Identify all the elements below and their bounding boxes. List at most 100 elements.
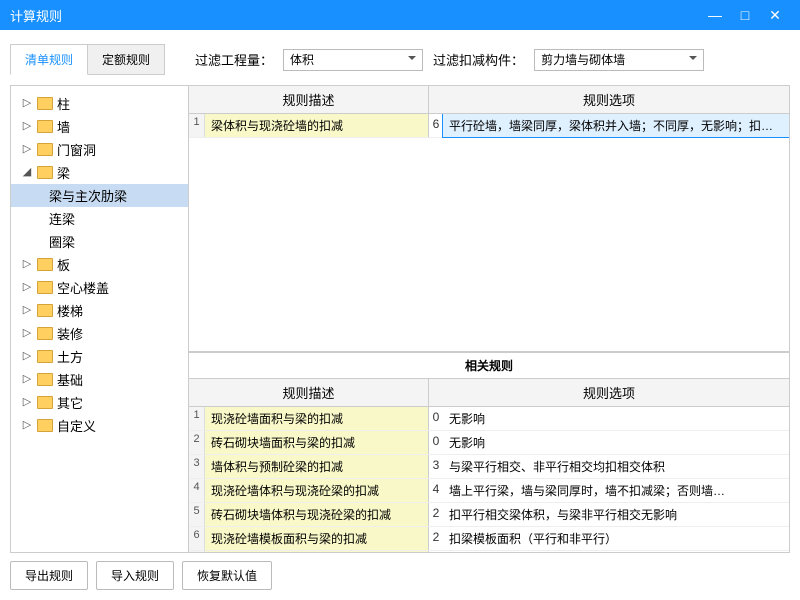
filter-deduct-value: 剪力墙与砌体墙 bbox=[541, 51, 625, 68]
row-num: 7 bbox=[189, 551, 205, 552]
tree-node-2[interactable]: ▷门窗洞 bbox=[11, 138, 188, 161]
category-tree: ▷柱▷墙▷门窗洞◢梁梁与主次肋梁连梁圈梁▷板▷空心楼盖▷楼梯▷装修▷土方▷基础▷… bbox=[11, 86, 189, 552]
table-row[interactable]: 1现浇砼墙面积与梁的扣减0无影响 bbox=[189, 407, 789, 431]
tree-label: 其它 bbox=[57, 393, 83, 412]
row-num: 5 bbox=[189, 503, 205, 526]
tree-node-0[interactable]: ▷柱 bbox=[11, 92, 188, 115]
rule-option: 无影响 bbox=[443, 407, 789, 430]
folder-icon bbox=[37, 396, 53, 409]
twist-icon[interactable]: ▷ bbox=[21, 351, 33, 362]
table-row[interactable]: 3墙体积与预制砼梁的扣减3与梁平行相交、非平行相交均扣相交体积 bbox=[189, 455, 789, 479]
tree-node-1[interactable]: ▷墙 bbox=[11, 115, 188, 138]
upper-grid-header: 规则描述 规则选项 bbox=[189, 86, 789, 114]
import-rules-button[interactable]: 导入规则 bbox=[96, 561, 174, 590]
filter-qty-select[interactable]: 体积 bbox=[283, 49, 423, 71]
row-num: 6 bbox=[189, 527, 205, 550]
rule-desc: 现浇砼墙超高体积与梁的扣减 bbox=[205, 551, 429, 552]
upper-panel: 规则描述 规则选项 1梁体积与现浇砼墙的扣减6平行砼墙，墙梁同厚，梁体积并入墙；… bbox=[189, 86, 789, 352]
tree-node-8[interactable]: ▷ 土方 bbox=[11, 345, 188, 368]
upper-col-option: 规则选项 bbox=[429, 86, 789, 113]
tree-label: 楼梯 bbox=[57, 301, 83, 320]
tree-child[interactable]: 圈梁 bbox=[11, 230, 188, 253]
folder-icon bbox=[37, 304, 53, 317]
rule-type-tabs: 清单规则 定额规则 bbox=[10, 44, 165, 75]
rule-option: 扣梁模板面积（平行和非平行） bbox=[443, 527, 789, 550]
tree-node-7[interactable]: ▷装修 bbox=[11, 322, 188, 345]
tree-node-10[interactable]: ▷ 其它 bbox=[11, 391, 188, 414]
tree-node-11[interactable]: ▷ 自定义 bbox=[11, 414, 188, 437]
opt-num: 4 bbox=[429, 479, 443, 502]
tree-label: 空心楼盖 bbox=[57, 278, 109, 297]
minimize-icon[interactable]: — bbox=[700, 7, 730, 23]
table-row[interactable]: 2砖石砌块墙面积与梁的扣减0无影响 bbox=[189, 431, 789, 455]
folder-icon bbox=[37, 350, 53, 363]
table-row[interactable]: 1梁体积与现浇砼墙的扣减6平行砼墙，墙梁同厚，梁体积并入墙；不同厚，无影响；扣… bbox=[189, 114, 789, 138]
filter-qty-label: 过滤工程量： bbox=[195, 50, 273, 69]
tree-child-label: 圈梁 bbox=[49, 232, 75, 251]
content-area: 规则描述 规则选项 1梁体积与现浇砼墙的扣减6平行砼墙，墙梁同厚，梁体积并入墙；… bbox=[189, 86, 789, 552]
window-title: 计算规则 bbox=[10, 6, 700, 25]
opt-num: 6 bbox=[429, 114, 443, 137]
tree-label: 柱 bbox=[57, 94, 70, 113]
folder-icon bbox=[37, 419, 53, 432]
rule-option: 无影响 bbox=[443, 431, 789, 454]
rule-desc: 砖石砌块墙体积与现浇砼梁的扣减 bbox=[205, 503, 429, 526]
tree-node-9[interactable]: ▷ 基础 bbox=[11, 368, 188, 391]
twist-icon[interactable]: ▷ bbox=[21, 144, 33, 155]
tree-child[interactable]: 连梁 bbox=[11, 207, 188, 230]
table-row[interactable]: 6现浇砼墙模板面积与梁的扣减2扣梁模板面积（平行和非平行） bbox=[189, 527, 789, 551]
footer-buttons: 导出规则 导入规则 恢复默认值 bbox=[10, 553, 790, 590]
twist-icon[interactable]: ▷ bbox=[21, 305, 33, 316]
tree-node-4[interactable]: ▷板 bbox=[11, 253, 188, 276]
twist-icon[interactable]: ▷ bbox=[21, 397, 33, 408]
tree-label: 梁 bbox=[57, 163, 70, 182]
opt-num: 0 bbox=[429, 431, 443, 454]
rule-option[interactable]: 平行砼墙，墙梁同厚，梁体积并入墙；不同厚，无影响；扣… bbox=[443, 114, 789, 137]
rule-option: 与梁平行相交、非平行相交均扣相交体积 bbox=[443, 455, 789, 478]
rule-desc: 现浇砼墙面积与梁的扣减 bbox=[205, 407, 429, 430]
tab-list-rules[interactable]: 清单规则 bbox=[10, 44, 88, 75]
twist-icon[interactable]: ◢ bbox=[21, 167, 33, 178]
rule-option: 无影响 bbox=[443, 551, 789, 552]
tab-quota-rules[interactable]: 定额规则 bbox=[88, 44, 165, 75]
folder-icon bbox=[37, 97, 53, 110]
tree-node-3[interactable]: ◢梁 bbox=[11, 161, 188, 184]
tree-label: 板 bbox=[57, 255, 70, 274]
twist-icon[interactable]: ▷ bbox=[21, 328, 33, 339]
opt-num: 0 bbox=[429, 407, 443, 430]
upper-col-desc: 规则描述 bbox=[189, 86, 429, 113]
twist-icon[interactable]: ▷ bbox=[21, 121, 33, 132]
lower-grid-header: 规则描述 规则选项 bbox=[189, 379, 789, 407]
tree-label: 基础 bbox=[57, 370, 83, 389]
table-row[interactable]: 4现浇砼墙体积与现浇砼梁的扣减4墙上平行梁，墙与梁同厚时，墙不扣减梁；否则墙… bbox=[189, 479, 789, 503]
twist-icon[interactable]: ▷ bbox=[21, 420, 33, 431]
lower-grid-body: 1现浇砼墙面积与梁的扣减0无影响2砖石砌块墙面积与梁的扣减0无影响3墙体积与预制… bbox=[189, 407, 789, 552]
reset-defaults-button[interactable]: 恢复默认值 bbox=[182, 561, 272, 590]
filter-deduct-label: 过滤扣减构件： bbox=[433, 50, 524, 69]
tree-node-5[interactable]: ▷ 空心楼盖 bbox=[11, 276, 188, 299]
tree-label: 自定义 bbox=[57, 416, 96, 435]
main-area: ▷柱▷墙▷门窗洞◢梁梁与主次肋梁连梁圈梁▷板▷空心楼盖▷楼梯▷装修▷土方▷基础▷… bbox=[10, 85, 790, 553]
maximize-icon[interactable]: □ bbox=[730, 7, 760, 23]
rule-desc: 墙体积与预制砼梁的扣减 bbox=[205, 455, 429, 478]
lower-col-desc: 规则描述 bbox=[189, 379, 429, 406]
twist-icon[interactable]: ▷ bbox=[21, 374, 33, 385]
rule-option: 墙上平行梁，墙与梁同厚时，墙不扣减梁；否则墙… bbox=[443, 479, 789, 502]
top-toolbar: 清单规则 定额规则 过滤工程量： 体积 过滤扣减构件： 剪力墙与砌体墙 bbox=[10, 40, 790, 85]
lower-col-option: 规则选项 bbox=[429, 379, 789, 406]
related-rules-title: 相关规则 bbox=[189, 352, 789, 379]
tree-label: 土方 bbox=[57, 347, 83, 366]
upper-grid-body: 1梁体积与现浇砼墙的扣减6平行砼墙，墙梁同厚，梁体积并入墙；不同厚，无影响；扣… bbox=[189, 114, 789, 351]
row-num: 4 bbox=[189, 479, 205, 502]
filter-deduct-select[interactable]: 剪力墙与砌体墙 bbox=[534, 49, 704, 71]
filter-qty-value: 体积 bbox=[290, 51, 314, 68]
twist-icon[interactable]: ▷ bbox=[21, 282, 33, 293]
table-row[interactable]: 5砖石砌块墙体积与现浇砼梁的扣减2扣平行相交梁体积，与梁非平行相交无影响 bbox=[189, 503, 789, 527]
twist-icon[interactable]: ▷ bbox=[21, 259, 33, 270]
tree-node-6[interactable]: ▷ 楼梯 bbox=[11, 299, 188, 322]
tree-child[interactable]: 梁与主次肋梁 bbox=[11, 184, 188, 207]
table-row[interactable]: 7现浇砼墙超高体积与梁的扣减0无影响 bbox=[189, 551, 789, 552]
export-rules-button[interactable]: 导出规则 bbox=[10, 561, 88, 590]
close-icon[interactable]: ✕ bbox=[760, 7, 790, 24]
twist-icon[interactable]: ▷ bbox=[21, 98, 33, 109]
